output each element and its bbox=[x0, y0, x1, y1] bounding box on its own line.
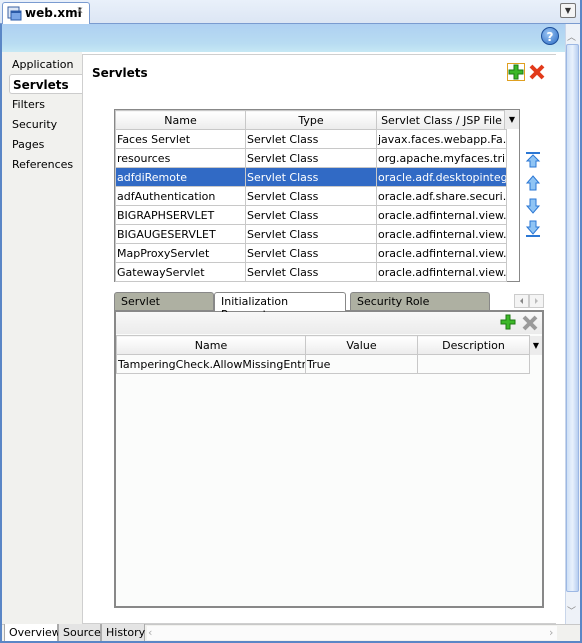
delete-servlet-button[interactable] bbox=[528, 63, 546, 81]
param-cell[interactable]: True bbox=[305, 354, 418, 374]
add-param-button[interactable] bbox=[500, 314, 516, 333]
move-top-button[interactable] bbox=[524, 151, 542, 169]
nav-item-application[interactable]: Application bbox=[12, 58, 73, 71]
servlet-cell[interactable]: Servlet Class bbox=[245, 243, 377, 263]
servlet-cell[interactable]: javax.faces.webapp.Fa... bbox=[376, 129, 507, 149]
plus-icon bbox=[500, 314, 516, 330]
arrow-up-icon bbox=[525, 175, 541, 191]
servlet-cell[interactable]: Servlet Class bbox=[245, 262, 377, 282]
arrow-down-icon bbox=[525, 198, 541, 214]
plus-icon bbox=[508, 64, 524, 80]
servlet-cell[interactable]: adfdiRemote bbox=[115, 167, 246, 187]
servlet-cell[interactable]: oracle.adfinternal.view.... bbox=[376, 262, 507, 282]
servlets-table: Name Type Servlet Class / JSP File Faces… bbox=[114, 109, 520, 282]
move-up-button[interactable] bbox=[524, 174, 542, 192]
servlet-row[interactable]: adfAuthentication Servlet Class oracle.adf… bbox=[115, 186, 507, 206]
close-tab-icon[interactable]: x bbox=[77, 5, 83, 16]
move-bottom-button[interactable] bbox=[524, 220, 542, 238]
servlet-cell[interactable]: adfAuthentication bbox=[115, 186, 246, 206]
tab-source[interactable]: Source bbox=[58, 624, 101, 642]
column-chooser-dropdown[interactable]: ▼ bbox=[504, 110, 519, 129]
scroll-up-icon[interactable]: ︿ bbox=[567, 30, 576, 43]
nav-item-pages[interactable]: Pages bbox=[12, 138, 44, 151]
nav-item-filters[interactable]: Filters bbox=[12, 98, 45, 111]
column-header-param-description[interactable]: Description bbox=[417, 335, 530, 355]
scroll-down-icon[interactable]: ﹀ bbox=[567, 604, 576, 617]
help-icon[interactable]: ? bbox=[541, 27, 559, 45]
tab-history[interactable]: History bbox=[101, 624, 145, 642]
servlet-row[interactable]: Faces Servlet Servlet Class javax.faces.we… bbox=[115, 129, 507, 149]
servlet-cell[interactable]: Faces Servlet bbox=[115, 129, 246, 149]
arrow-top-icon bbox=[525, 152, 541, 168]
horizontal-scrollbar[interactable]: ‹ › bbox=[147, 626, 557, 640]
editor-tab-title: web.xml bbox=[25, 6, 82, 20]
scroll-left-icon[interactable]: ‹ bbox=[148, 626, 152, 639]
nav-item-servlets[interactable]: Servlets bbox=[13, 78, 69, 92]
param-cell[interactable] bbox=[417, 354, 530, 374]
tab-overview[interactable]: Overview bbox=[4, 624, 61, 642]
param-row[interactable]: TamperingCheck.AllowMissingEntries True bbox=[116, 354, 530, 374]
servlet-row[interactable]: adfdiRemote Servlet Class oracle.adf.deskt… bbox=[115, 167, 507, 187]
delete-param-button[interactable] bbox=[521, 314, 539, 335]
servlet-row[interactable]: BIGAUGESERVLET Servlet Class oracle.adfint… bbox=[115, 224, 507, 244]
servlet-cell[interactable]: resources bbox=[115, 148, 246, 168]
servlet-cell[interactable]: oracle.adfinternal.view.... bbox=[376, 243, 507, 263]
xml-file-icon bbox=[7, 6, 22, 21]
move-down-button[interactable] bbox=[524, 197, 542, 215]
editor-tab-web-xml[interactable]: web.xml x bbox=[2, 2, 90, 25]
servlet-cell[interactable]: Servlet Class bbox=[245, 205, 377, 225]
servlet-cell[interactable]: BIGAUGESERVLET bbox=[115, 224, 246, 244]
servlet-cell[interactable]: oracle.adf.desktopinteg... bbox=[376, 167, 507, 187]
tab-initialization-parameters[interactable]: Initialization Parameters bbox=[214, 292, 346, 321]
init-params-table: Name Value Description TamperingCheck.Al… bbox=[116, 335, 542, 374]
servlet-cell[interactable]: Servlet Class bbox=[245, 186, 377, 206]
vertical-scroll-thumb[interactable] bbox=[566, 44, 579, 592]
servlet-cell[interactable]: oracle.adf.share.securi... bbox=[376, 186, 507, 206]
servlet-cell[interactable]: GatewayServlet bbox=[115, 262, 246, 282]
servlet-cell[interactable]: MapProxyServlet bbox=[115, 243, 246, 263]
nav-item-security[interactable]: Security bbox=[12, 118, 57, 131]
servlet-cell[interactable]: Servlet Class bbox=[245, 148, 377, 168]
delete-x-icon bbox=[522, 315, 538, 331]
param-cell[interactable]: TamperingCheck.AllowMissingEntries bbox=[116, 354, 306, 374]
params-toolbar bbox=[116, 312, 542, 334]
servlet-cell[interactable]: BIGRAPHSERVLET bbox=[115, 205, 246, 225]
column-header-param-value[interactable]: Value bbox=[305, 335, 418, 355]
servlet-row[interactable]: GatewayServlet Servlet Class oracle.adfint… bbox=[115, 262, 507, 282]
column-header-param-name[interactable]: Name bbox=[116, 335, 306, 355]
tab-list-dropdown-button[interactable]: ▼ bbox=[560, 3, 576, 18]
column-header-type[interactable]: Type bbox=[245, 110, 377, 130]
column-chooser-dropdown[interactable]: ▼ bbox=[529, 336, 542, 355]
servlet-cell[interactable]: org.apache.myfaces.tri... bbox=[376, 148, 507, 168]
servlet-cell[interactable]: Servlet Class bbox=[245, 224, 377, 244]
tab-security-role-references[interactable]: Security Role References bbox=[350, 292, 490, 321]
add-servlet-button[interactable] bbox=[507, 63, 525, 81]
header-band bbox=[2, 24, 580, 52]
servlet-row[interactable]: BIGRAPHSERVLET Servlet Class oracle.adfint… bbox=[115, 205, 507, 225]
servlet-cell[interactable]: oracle.adfinternal.view.... bbox=[376, 224, 507, 244]
servlet-cell[interactable]: Servlet Class bbox=[245, 129, 377, 149]
scroll-right-icon[interactable]: › bbox=[549, 626, 553, 639]
tab-servlet-mappings[interactable]: Servlet Mappings bbox=[114, 292, 214, 321]
servlet-cell[interactable]: oracle.adfinternal.view.... bbox=[376, 205, 507, 225]
page-title: Servlets bbox=[92, 66, 148, 80]
column-header-class[interactable]: Servlet Class / JSP File bbox=[376, 110, 507, 130]
servlet-row[interactable]: MapProxyServlet Servlet Class oracle.adfin… bbox=[115, 243, 507, 263]
arrow-bottom-icon bbox=[525, 220, 541, 237]
nav-item-references[interactable]: References bbox=[12, 158, 73, 171]
servlet-row[interactable]: resources Servlet Class org.apache.myfaces… bbox=[115, 148, 507, 168]
delete-x-icon bbox=[529, 64, 545, 80]
column-header-name[interactable]: Name bbox=[115, 110, 246, 130]
servlet-cell[interactable]: Servlet Class bbox=[245, 167, 377, 187]
tab-scroll-buttons[interactable] bbox=[514, 294, 544, 308]
